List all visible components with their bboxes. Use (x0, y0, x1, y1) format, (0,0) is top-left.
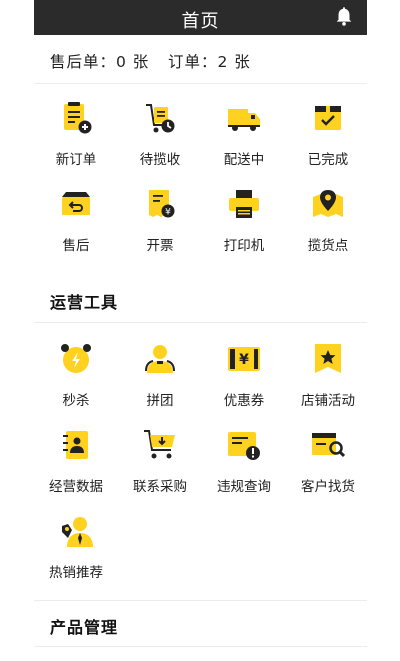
grid-item-pending-pickup[interactable]: 待揽收 (118, 101, 202, 181)
return-box-icon (62, 192, 90, 215)
grid-item-flash-sale[interactable]: 秒杀 (34, 342, 118, 422)
grid-item-label: 违规查询 (217, 479, 271, 495)
section-divider (34, 600, 367, 601)
top-navigation-bar: 首页 (34, 0, 367, 35)
grid-item-label: 配送中 (223, 152, 265, 168)
grid-item-printer[interactable]: 打印机 (202, 187, 286, 267)
grid-item-label: 热销推荐 (49, 565, 103, 581)
section-divider (34, 322, 367, 323)
grid-item-violation-query[interactable]: 违规查询 (202, 428, 286, 508)
truck-icon (228, 109, 260, 131)
grid-item-label: 售后 (62, 238, 90, 254)
svg-text:¥: ¥ (165, 208, 171, 218)
grid-item-invoice[interactable]: ¥ 开票 (118, 187, 202, 267)
order-stats-bar: 售后单：0 张 订单：2 张 (34, 35, 367, 84)
grid-item-label: 揽货点 (307, 238, 349, 254)
page-title: 首页 (181, 11, 220, 32)
grid-item-hot-recommend[interactable]: 热销推荐 (34, 514, 118, 594)
order-grid: 新订单 待揽收 配送中 已完成 售后 ¥ 开票 打印机 揽货点 (34, 101, 367, 271)
map-pin-icon (313, 190, 343, 217)
section-title-ops-tools: 运营工具 (50, 293, 119, 312)
grid-item-label: 联系采购 (133, 479, 187, 495)
grid-item-label: 经营数据 (49, 479, 103, 495)
grid-item-store-activity[interactable]: 店铺活动 (286, 342, 370, 422)
grid-item-label: 拼团 (146, 393, 174, 409)
after-sale-count[interactable]: 售后单：0 张 (50, 50, 149, 72)
coupon-icon: ¥ (228, 347, 260, 371)
grid-item-completed[interactable]: 已完成 (286, 101, 370, 181)
grid-item-label: 店铺活动 (301, 393, 355, 409)
star-flag-icon (315, 344, 341, 373)
order-count[interactable]: 订单：2 张 (168, 50, 251, 72)
grid-item-label: 秒杀 (62, 393, 90, 409)
svg-text:¥: ¥ (239, 352, 249, 368)
grid-item-pickup-point[interactable]: 揽货点 (286, 187, 370, 267)
new-order-icon (64, 102, 92, 134)
grid-item-label: 已完成 (307, 152, 349, 168)
alarm-clock-icon (61, 344, 91, 373)
hot-recommend-icon (62, 517, 93, 547)
grid-item-label: 待揽收 (139, 152, 181, 168)
violation-card-icon (228, 432, 260, 460)
tools-grid: 秒杀 拼团 ¥ 优惠券 店铺活动 经营数据 联系采购 违规查询 客户找货 热销推… (34, 342, 367, 592)
grid-item-new-order[interactable]: 新订单 (34, 101, 118, 181)
section-title-product-mgmt: 产品管理 (50, 618, 119, 637)
bell-icon[interactable] (333, 6, 355, 28)
grid-item-coupon[interactable]: ¥ 优惠券 (202, 342, 286, 422)
section-divider (34, 646, 367, 647)
invoice-icon: ¥ (149, 190, 175, 218)
box-check-icon (315, 106, 341, 130)
grid-item-label: 新订单 (55, 152, 97, 168)
shopping-cart-icon (144, 430, 175, 459)
group-users-icon (145, 345, 175, 373)
grid-item-customer-find[interactable]: 客户找货 (286, 428, 370, 508)
data-book-icon (63, 431, 88, 459)
grid-item-label: 优惠券 (223, 393, 265, 409)
grid-item-delivering[interactable]: 配送中 (202, 101, 286, 181)
grid-item-after-sale[interactable]: 售后 (34, 187, 118, 267)
printer-icon (229, 190, 259, 218)
box-search-icon (312, 433, 345, 458)
grid-item-label: 打印机 (223, 238, 265, 254)
grid-item-label: 开票 (146, 238, 174, 254)
grid-item-group-buy[interactable]: 拼团 (118, 342, 202, 422)
pickup-cart-icon (146, 104, 175, 133)
grid-item-contact-purchase[interactable]: 联系采购 (118, 428, 202, 508)
grid-item-label: 客户找货 (301, 479, 355, 495)
grid-item-business-data[interactable]: 经营数据 (34, 428, 118, 508)
